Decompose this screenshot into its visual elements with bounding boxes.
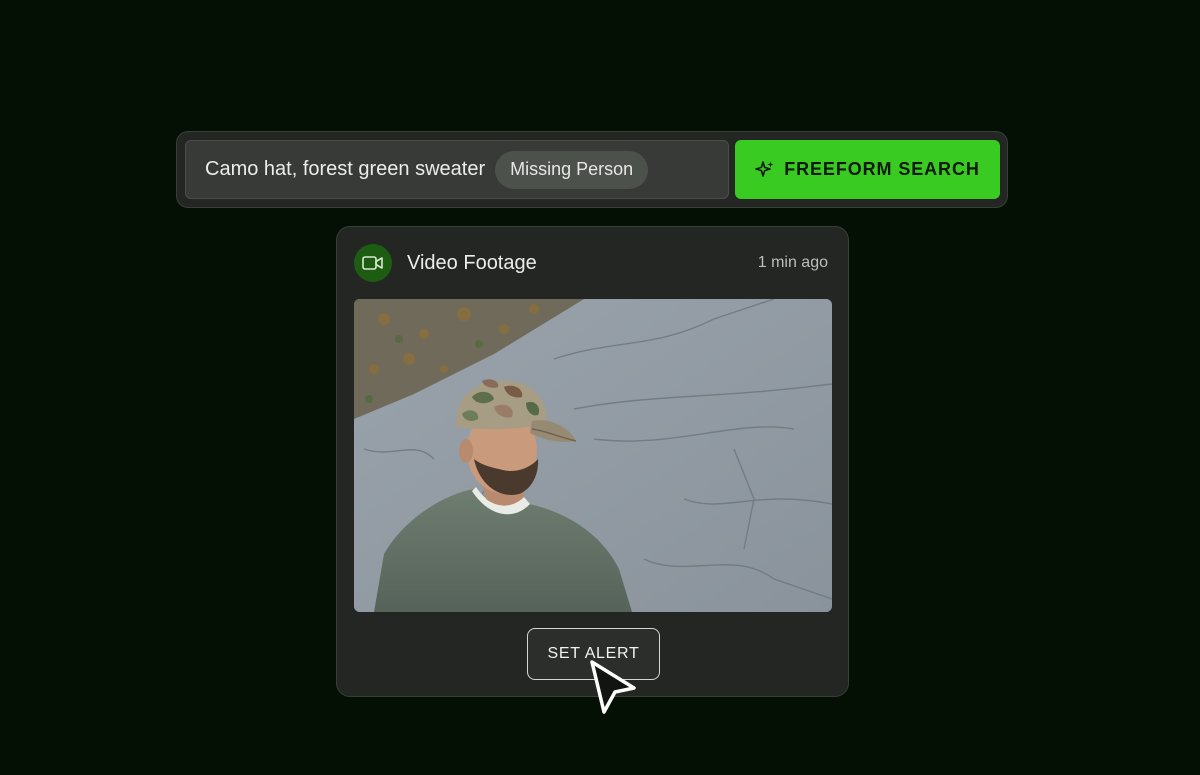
card-title: Video Footage	[407, 251, 537, 274]
video-footage-card: Video Footage 1 min ago SET ALERT	[336, 226, 849, 697]
card-header: Video Footage 1 min ago	[354, 244, 828, 282]
stage: Camo hat, forest green sweater Missing P…	[0, 0, 1200, 775]
search-query-text[interactable]: Camo hat, forest green sweater	[205, 158, 485, 181]
search-input[interactable]: Camo hat, forest green sweater Missing P…	[185, 140, 729, 199]
tag-chip-missing-person[interactable]: Missing Person	[495, 150, 649, 189]
freeform-search-button[interactable]: FREEFORM SEARCH	[735, 140, 1000, 199]
sparkle-icon	[755, 160, 775, 180]
video-camera-icon	[354, 244, 392, 282]
footage-image[interactable]	[354, 299, 832, 612]
card-timestamp: 1 min ago	[757, 254, 828, 271]
freeform-search-label: FREEFORM SEARCH	[784, 159, 980, 179]
mouse-cursor-icon	[588, 658, 640, 718]
search-bar: Camo hat, forest green sweater Missing P…	[176, 131, 1008, 208]
